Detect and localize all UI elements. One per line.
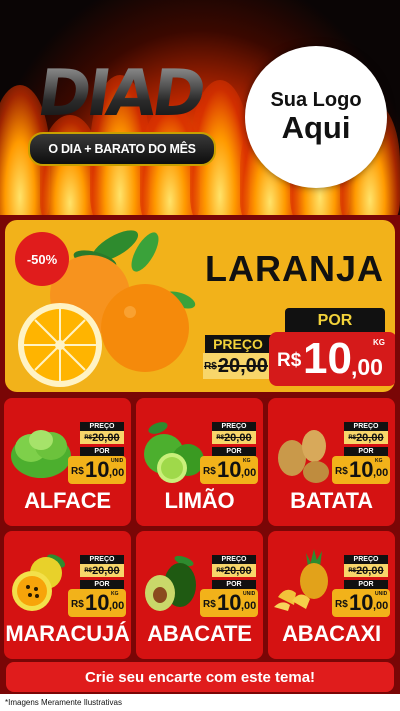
price-currency: R$ (71, 466, 84, 477)
old-price: R$ 20,00 (80, 431, 124, 444)
price-integer: 10 (217, 457, 242, 482)
old-price: R$ 20,00 (203, 353, 269, 379)
price-unit: UNID (111, 458, 124, 464)
new-price-box: R$ 10 ,00 UNID (332, 589, 390, 617)
new-price-label: POR (80, 447, 124, 456)
discount-badge: -50% (15, 232, 69, 286)
old-price-currency: R$ (216, 434, 225, 441)
old-price: R$ 20,00 (212, 431, 256, 444)
price-integer: 10 (303, 334, 352, 383)
price-currency: R$ (203, 599, 216, 610)
old-price-value: 20,00 (92, 431, 120, 444)
price-integer: 10 (349, 457, 374, 482)
old-price: R$ 20,00 (344, 431, 388, 444)
price-decimal: ,00 (109, 600, 125, 612)
new-price-label: POR (212, 447, 256, 456)
price-unit: UNID (243, 591, 256, 597)
old-price-currency: R$ (216, 567, 225, 574)
product-name: LIMÃO (164, 488, 235, 513)
hero-product-name: LARANJA (205, 248, 385, 289)
new-price-label: POR (344, 447, 388, 456)
old-price-currency: R$ (348, 434, 357, 441)
old-price-label: PREÇO (344, 422, 388, 431)
brand-logo-placeholder[interactable]: Sua Logo Aqui (245, 46, 387, 188)
price-integer: 10 (217, 590, 242, 615)
price-decimal: ,00 (373, 467, 389, 479)
old-price-value: 20,00 (356, 431, 384, 444)
hero-product-card[interactable]: -50% LARANJA PREÇO R$ 20,00 POR R$ 10 ,00… (5, 220, 395, 392)
new-price-box: R$ 10 ,00 KG (332, 456, 390, 484)
old-price-currency: R$ (84, 434, 93, 441)
price-unit: KG (243, 458, 251, 464)
old-price-currency: R$ (84, 567, 93, 574)
product-name: ALFACE (24, 488, 111, 513)
price-currency: R$ (277, 350, 302, 371)
product-card-abacaxi[interactable]: PREÇO R$ 20,00 POR R$ 10 ,00 UNID ABACAXI (268, 531, 395, 659)
old-price-currency: R$ (204, 360, 217, 372)
price-unit: KG (373, 338, 385, 347)
old-price-value: 20,00 (92, 564, 120, 577)
price-unit: UNID (375, 591, 388, 597)
price-unit: KG (375, 458, 383, 464)
price-unit: KG (111, 591, 119, 597)
price-decimal: ,00 (241, 600, 257, 612)
old-price-label: PREÇO (205, 335, 271, 353)
price-currency: R$ (71, 599, 84, 610)
new-price-label: POR (80, 580, 124, 589)
product-card-abacate[interactable]: PREÇO R$ 20,00 POR R$ 10 ,00 UNID ABACATE (136, 531, 263, 659)
logo-subtitle: O DIA + BARATO DO MÊS (28, 132, 216, 166)
old-price-label: PREÇO (212, 422, 256, 431)
brand-line-2: Aqui (281, 110, 351, 146)
price-integer: 10 (85, 457, 110, 482)
diad-logo: DIAD (32, 57, 207, 131)
lettuce-icon (11, 430, 71, 478)
pineapple-icon (274, 549, 328, 611)
old-price-currency: R$ (348, 567, 357, 574)
price-currency: R$ (203, 466, 216, 477)
new-price-label: POR (285, 308, 385, 334)
product-card-limao[interactable]: PREÇO R$ 20,00 POR R$ 10 ,00 KG LIMÃO (136, 398, 263, 526)
product-name: ABACAXI (282, 621, 381, 646)
old-price-value: 20,00 (217, 354, 268, 377)
price-decimal: ,00 (109, 467, 125, 479)
product-name: MARACUJÁ (5, 621, 130, 646)
price-currency: R$ (335, 599, 348, 610)
old-price-value: 20,00 (224, 564, 252, 577)
new-price-label: POR (212, 580, 256, 589)
new-price-box: R$ 10 ,00 KG (269, 332, 395, 386)
old-price: R$ 20,00 (80, 564, 124, 577)
new-price-box: R$ 10 ,00 UNID (68, 456, 126, 484)
product-card-maracuja[interactable]: PREÇO R$ 20,00 POR R$ 10 ,00 KG MARACUJÁ (4, 531, 131, 659)
old-price-label: PREÇO (80, 555, 124, 564)
old-price-value: 20,00 (356, 564, 384, 577)
new-price-box: R$ 10 ,00 KG (200, 456, 258, 484)
product-card-batata[interactable]: PREÇO R$ 20,00 POR R$ 10 ,00 KG BATATA (268, 398, 395, 526)
product-card-alface[interactable]: PREÇO R$ 20,00 POR R$ 10 ,00 UNID ALFACE (4, 398, 131, 526)
price-integer: 10 (85, 590, 110, 615)
price-decimal: ,00 (241, 467, 257, 479)
potato-icon (278, 430, 329, 483)
price-integer: 10 (349, 590, 374, 615)
old-price-label: PREÇO (212, 555, 256, 564)
old-price: R$ 20,00 (344, 564, 388, 577)
price-decimal: ,00 (351, 354, 383, 380)
brand-line-1: Sua Logo (270, 89, 362, 112)
create-flyer-button[interactable]: Crie seu encarte com este tema! (6, 662, 394, 692)
price-decimal: ,00 (373, 600, 389, 612)
passion-fruit-icon (12, 554, 66, 611)
product-name: BATATA (290, 488, 373, 513)
old-price-label: PREÇO (80, 422, 124, 431)
new-price-box: R$ 10 ,00 KG (68, 589, 126, 617)
lime-icon (144, 422, 204, 483)
price-currency: R$ (335, 466, 348, 477)
new-price-label: POR (344, 580, 388, 589)
new-price-box: R$ 10 ,00 UNID (200, 589, 258, 617)
old-price: R$ 20,00 (212, 564, 256, 577)
avocado-icon (145, 555, 196, 611)
old-price-value: 20,00 (224, 431, 252, 444)
header-banner: DIAD O DIA + BARATO DO MÊS Sua Logo Aqui (0, 0, 400, 215)
old-price-label: PREÇO (344, 555, 388, 564)
product-name: ABACATE (147, 621, 252, 646)
footer-disclaimer: *Imagens Meramente Ilustrativas (0, 694, 400, 711)
